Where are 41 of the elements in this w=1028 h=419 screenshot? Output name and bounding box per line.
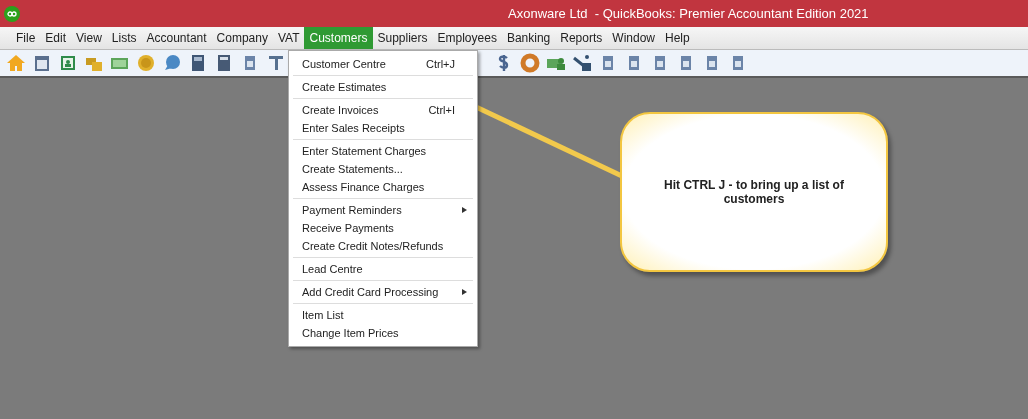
menu-item[interactable]: View xyxy=(71,27,107,49)
menu-entry[interactable]: Create Credit Notes/Refunds xyxy=(293,237,473,255)
menu-entry[interactable]: Create Estimates xyxy=(293,78,473,96)
callout-text: Hit CTRL J - to bring up a list of customers xyxy=(663,178,845,206)
coin-icon[interactable] xyxy=(136,53,156,73)
shortcut-text: Ctrl+J xyxy=(425,58,455,70)
menu-item[interactable]: VAT xyxy=(272,27,305,49)
menu-item[interactable]: Lists xyxy=(106,27,142,49)
menu-entry[interactable]: Change Item Prices xyxy=(293,324,473,342)
menu-item[interactable]: Reports xyxy=(555,27,608,49)
menu-item[interactable]: Customers xyxy=(304,27,373,49)
shortcut-text: Ctrl+I xyxy=(428,104,455,116)
menu-entry[interactable]: Create Invoices Ctrl+I xyxy=(293,101,473,119)
menu-item[interactable]: Banking xyxy=(501,27,556,49)
menu-item[interactable]: Suppliers xyxy=(372,27,433,49)
menu-item[interactable]: Help xyxy=(660,27,695,49)
menu-item[interactable]: Window xyxy=(607,27,660,49)
menu-item[interactable]: Company xyxy=(211,27,273,49)
menu-item[interactable]: Edit xyxy=(40,27,72,49)
menu-item[interactable]: Employees xyxy=(432,27,502,49)
menu-entry[interactable]: Enter Sales Receipts xyxy=(293,119,473,137)
home-icon[interactable] xyxy=(6,53,26,73)
menu-entry[interactable]: Payment Reminders xyxy=(293,201,473,219)
menu-item[interactable]: File xyxy=(11,27,41,49)
lifebuoy-icon[interactable] xyxy=(520,53,540,73)
menu-entry[interactable]: Receive Payments xyxy=(293,219,473,237)
menu-item[interactable]: Accountant xyxy=(141,27,212,49)
menu-entry[interactable]: Item List xyxy=(293,306,473,324)
submenu-arrow-icon xyxy=(462,289,467,295)
menu-entry[interactable]: Create Statements... xyxy=(293,160,473,178)
menu-entry[interactable]: Lead Centre xyxy=(293,260,473,278)
person-desk-icon[interactable] xyxy=(572,53,592,73)
menu-entry[interactable]: Assess Finance Charges xyxy=(293,178,473,196)
submenu-arrow-icon xyxy=(462,207,467,213)
chat-bubble-icon[interactable] xyxy=(162,53,182,73)
window-title: Axonware Ltd - QuickBooks: Premier Accountant Edition 2021 xyxy=(508,6,869,21)
menu-entry[interactable]: Add Credit Card Processing xyxy=(293,283,473,301)
app-logo-icon xyxy=(4,5,20,22)
person-card-icon[interactable] xyxy=(58,53,78,73)
menu-entry[interactable]: Customer Centre Ctrl+J xyxy=(293,55,473,73)
menu-entry[interactable]: Enter Statement Charges xyxy=(293,142,473,160)
